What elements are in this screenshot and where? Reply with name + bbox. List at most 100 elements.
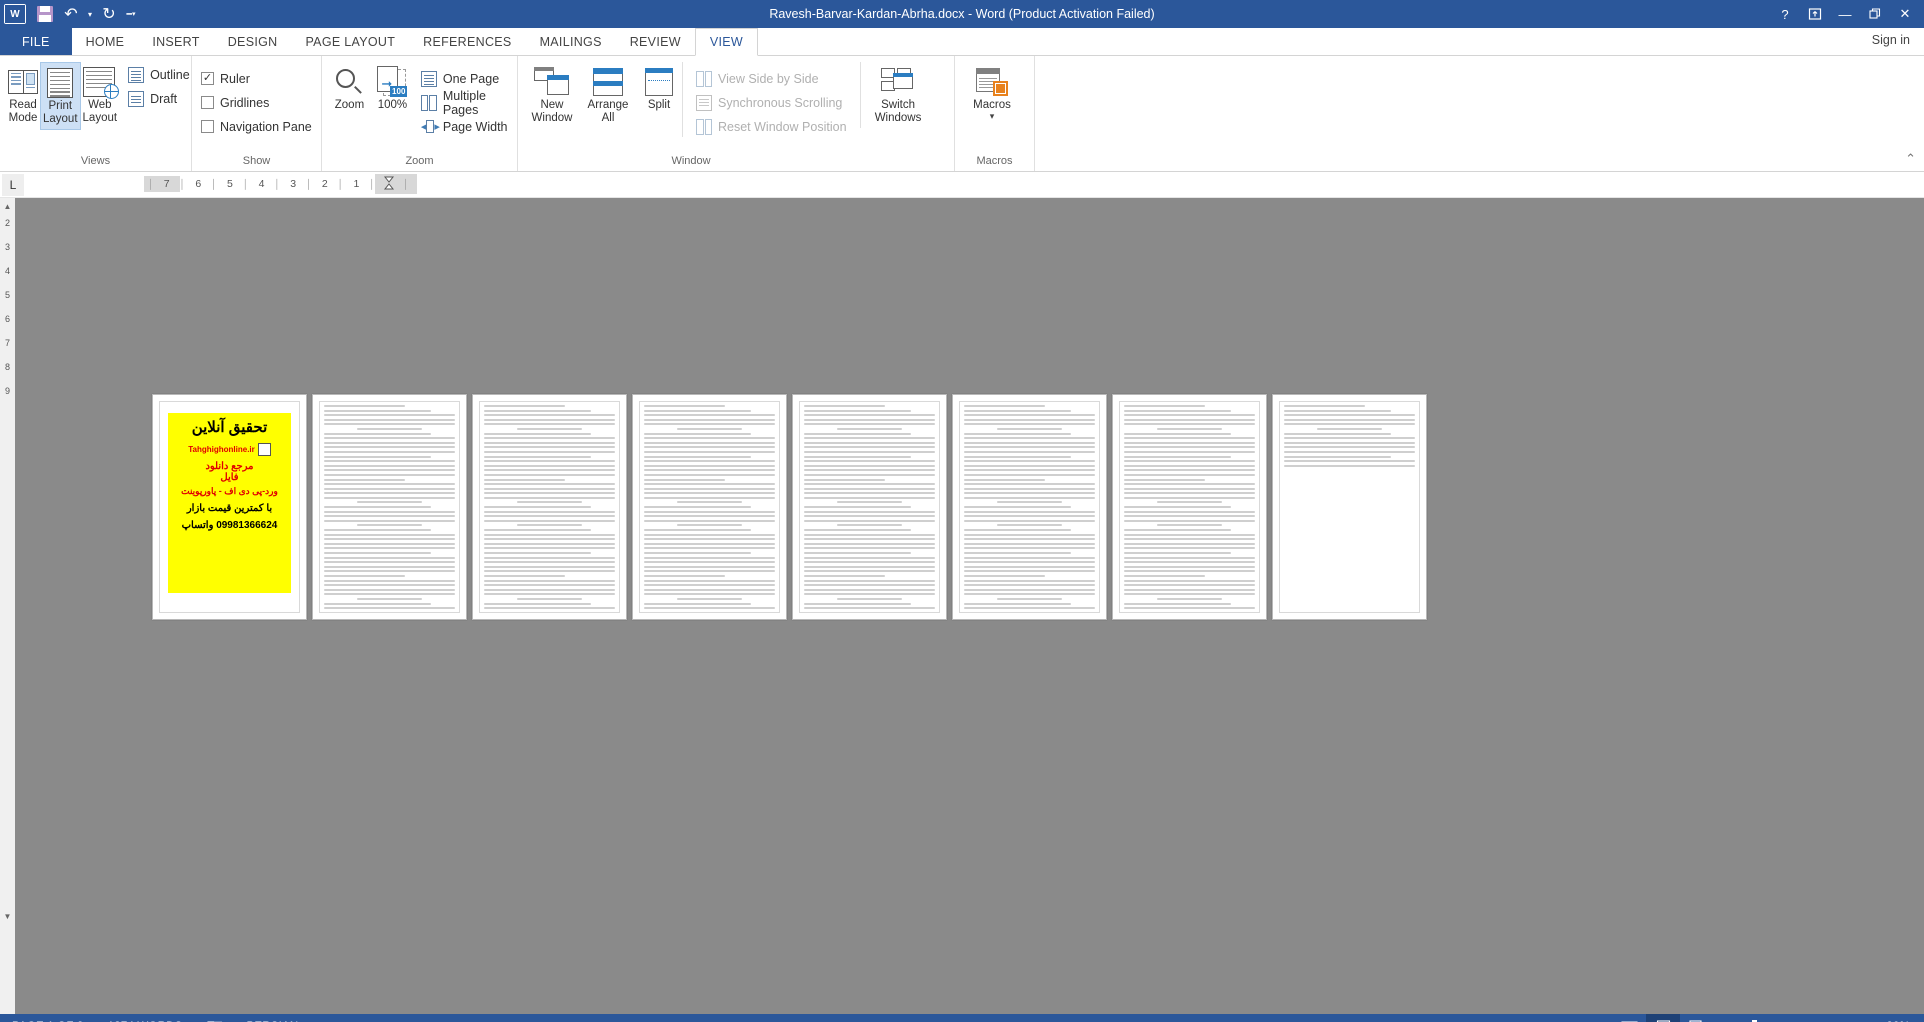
tab-stop-selector[interactable]: L bbox=[2, 173, 24, 196]
scroll-down-button[interactable]: ▼ bbox=[0, 908, 15, 924]
outline-button[interactable]: Outline bbox=[125, 64, 193, 85]
text-line bbox=[964, 570, 1095, 573]
page-thumbnail-4[interactable] bbox=[632, 394, 787, 620]
web-layout-view-button[interactable] bbox=[1680, 1014, 1714, 1022]
tab-insert[interactable]: INSERT bbox=[138, 28, 213, 55]
text-line bbox=[324, 492, 455, 495]
text-line bbox=[804, 607, 935, 610]
page-width-button[interactable]: ◂ ▸ Page Width bbox=[418, 116, 511, 137]
text-line bbox=[964, 574, 1046, 577]
zoom-out-button[interactable]: − bbox=[1724, 1019, 1733, 1022]
zoom-100-button[interactable]: ➞ 100 100% bbox=[371, 62, 414, 115]
text-line bbox=[324, 446, 455, 449]
tab-file[interactable]: FILE bbox=[0, 28, 72, 55]
page-indicator[interactable]: PAGE 1 OF 8 bbox=[0, 1014, 96, 1022]
undo-icon[interactable]: ↶ bbox=[58, 2, 84, 26]
language-indicator[interactable]: PERSIAN bbox=[235, 1014, 311, 1022]
tab-references[interactable]: REFERENCES bbox=[409, 28, 525, 55]
scroll-up-button[interactable]: ▲ bbox=[0, 198, 15, 214]
text-line bbox=[964, 529, 1072, 532]
macros-button[interactable]: Macros ▾ bbox=[961, 62, 1023, 124]
horizontal-ruler[interactable]: │ 7 │ 6 │ 5 │ 4 │ 3 │ 2 │ 1 │ │ bbox=[144, 174, 417, 194]
tab-review[interactable]: REVIEW bbox=[616, 28, 695, 55]
tab-design[interactable]: DESIGN bbox=[214, 28, 292, 55]
ruler-checkbox[interactable]: ✓ bbox=[201, 72, 214, 85]
text-line bbox=[804, 460, 935, 463]
read-mode-button[interactable]: Read Mode bbox=[6, 62, 40, 128]
text-line bbox=[964, 455, 1072, 458]
text-line bbox=[1284, 418, 1415, 421]
close-icon[interactable]: ✕ bbox=[1890, 1, 1920, 27]
ribbon: Read Mode Print Layout Web Layout Outlin… bbox=[0, 56, 1924, 172]
tab-page-layout[interactable]: PAGE LAYOUT bbox=[291, 28, 409, 55]
ruler-checkbox-item[interactable]: ✓ Ruler bbox=[198, 68, 315, 89]
page-thumbnail-5[interactable] bbox=[792, 394, 947, 620]
minimize-icon[interactable]: — bbox=[1830, 1, 1860, 27]
navigation-pane-checkbox[interactable] bbox=[201, 120, 214, 133]
gridlines-checkbox-item[interactable]: Gridlines bbox=[198, 92, 315, 113]
text-line bbox=[484, 446, 615, 449]
text-line bbox=[484, 506, 592, 509]
text-line bbox=[1124, 611, 1255, 612]
page-thumbnail-8[interactable] bbox=[1272, 394, 1427, 620]
spellcheck-icon[interactable] bbox=[195, 1014, 235, 1022]
redo-icon[interactable]: ↻ bbox=[96, 2, 122, 26]
read-mode-view-button[interactable] bbox=[1612, 1014, 1646, 1022]
page-thumbnail-6[interactable] bbox=[952, 394, 1107, 620]
page-thumbnail-2[interactable] bbox=[312, 394, 467, 620]
page-thumbnail-1[interactable]: تحقیق آنلاین Tahghighonline.ir مرجع دانل… bbox=[152, 394, 307, 620]
restore-icon[interactable] bbox=[1860, 1, 1890, 27]
word-count[interactable]: 1374 WORDS bbox=[96, 1014, 195, 1022]
left-scroll-column[interactable]: ▲ 2 3 4 5 6 7 8 9 ▼ bbox=[0, 198, 15, 1014]
text-line bbox=[996, 501, 1063, 504]
print-layout-button[interactable]: Print Layout bbox=[40, 62, 81, 130]
zoom-button[interactable]: Zoom bbox=[328, 62, 371, 115]
tab-home[interactable]: HOME bbox=[72, 28, 139, 55]
text-line bbox=[324, 510, 455, 513]
text-line bbox=[484, 418, 615, 421]
sign-in-link[interactable]: Sign in bbox=[1872, 33, 1910, 47]
save-icon[interactable] bbox=[32, 2, 58, 26]
zoom-slider[interactable]: − + bbox=[1714, 1019, 1886, 1022]
help-icon[interactable]: ? bbox=[1770, 1, 1800, 27]
macros-dropdown-caret[interactable]: ▾ bbox=[990, 112, 995, 121]
undo-dropdown-icon[interactable]: ▾ bbox=[84, 2, 96, 26]
customize-quick-access-toolbar-icon[interactable]: ━ ▾ bbox=[122, 2, 140, 26]
text-line bbox=[964, 584, 1095, 587]
page-thumbnail-7[interactable] bbox=[1112, 394, 1267, 620]
text-line bbox=[804, 542, 935, 545]
split-button[interactable]: Split bbox=[636, 62, 682, 115]
collapse-ribbon-icon[interactable]: ⌃ bbox=[1905, 151, 1916, 167]
new-window-button[interactable]: New Window bbox=[524, 62, 580, 128]
switch-windows-button[interactable]: Switch Windows bbox=[859, 62, 930, 128]
gridlines-checkbox[interactable] bbox=[201, 96, 214, 109]
quick-access-toolbar[interactable]: W ↶ ▾ ↻ ━ ▾ bbox=[0, 0, 140, 28]
text-line bbox=[964, 519, 1095, 522]
text-line bbox=[804, 556, 935, 559]
zoom-in-button[interactable]: + bbox=[1867, 1019, 1876, 1022]
navigation-pane-checkbox-item[interactable]: Navigation Pane bbox=[198, 116, 315, 137]
arrange-all-label: Arrange All bbox=[587, 99, 629, 124]
one-page-button[interactable]: One Page bbox=[418, 68, 511, 89]
tab-view[interactable]: VIEW bbox=[694, 28, 758, 56]
draft-button[interactable]: Draft bbox=[125, 88, 193, 109]
document-canvas[interactable]: ▲ 2 3 4 5 6 7 8 9 ▼ تحقیق آنلاین Tahghig… bbox=[0, 198, 1924, 1014]
print-layout-view-button[interactable] bbox=[1646, 1014, 1681, 1022]
text-line bbox=[644, 561, 775, 564]
title-bar: W ↶ ▾ ↻ ━ ▾ Ravesh-Barvar-Kardan-Abrha.do… bbox=[0, 0, 1924, 28]
text-line bbox=[1124, 510, 1255, 513]
arrange-all-button[interactable]: Arrange All bbox=[580, 62, 636, 128]
text-line bbox=[324, 455, 432, 458]
ribbon-display-options-icon[interactable] bbox=[1800, 1, 1830, 27]
page-thumbnail-3[interactable] bbox=[472, 394, 627, 620]
text-line bbox=[1284, 432, 1392, 435]
draft-label: Draft bbox=[150, 91, 178, 106]
web-layout-button[interactable]: Web Layout bbox=[81, 62, 120, 128]
multiple-pages-button[interactable]: Multiple Pages bbox=[418, 89, 511, 117]
text-line bbox=[324, 414, 455, 417]
tab-mailings[interactable]: MAILINGS bbox=[526, 28, 616, 55]
web-layout-label: Web Layout bbox=[82, 99, 118, 124]
text-line bbox=[1124, 460, 1255, 463]
text-line bbox=[644, 492, 775, 495]
text-line bbox=[964, 478, 1046, 481]
